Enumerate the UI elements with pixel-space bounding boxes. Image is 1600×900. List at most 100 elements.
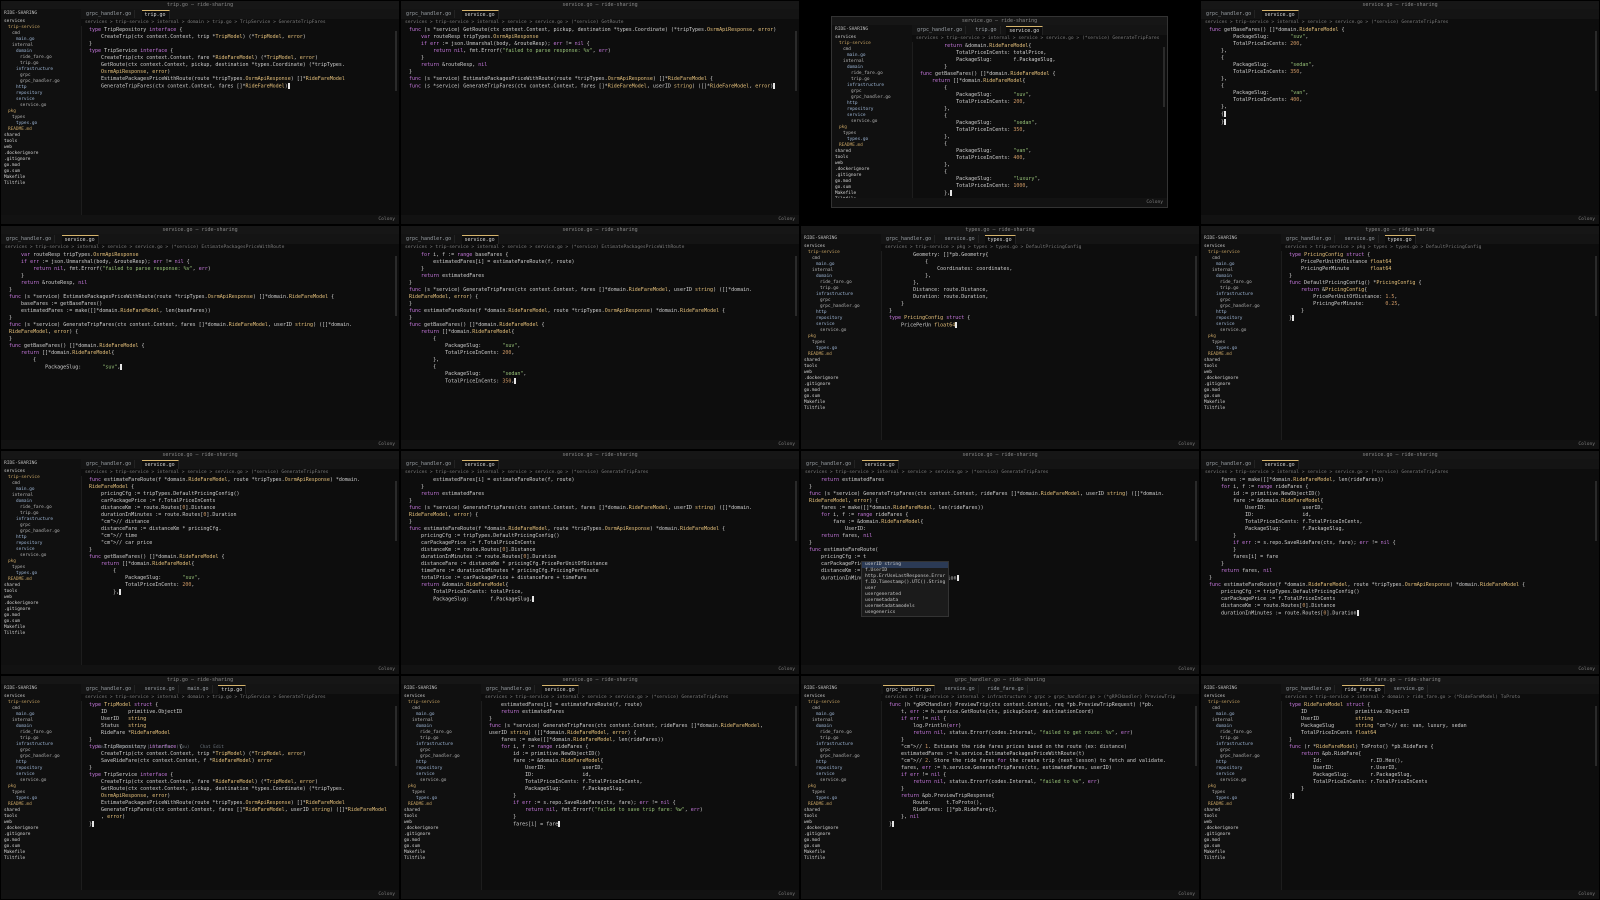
tab-service[interactable]: service.go	[141, 460, 179, 469]
tab-grpc_handler[interactable]: grpc_handler.go	[1283, 235, 1336, 243]
scrollbar[interactable]	[1195, 256, 1197, 316]
explorer-sidebar[interactable]: RIDE-SHARING services trip-service cmd main.…	[1, 9, 82, 215]
scrollbar[interactable]	[1595, 481, 1597, 541]
breadcrumb[interactable]: services > trip-service > pkg > types > …	[881, 244, 1199, 251]
tree-item[interactable]: Tiltfile	[1, 181, 81, 187]
tree-item[interactable]: Tiltfile	[1201, 406, 1281, 412]
tab-service[interactable]: service.go	[541, 685, 579, 694]
scrollbar[interactable]	[1195, 706, 1197, 766]
tab-service[interactable]: service.go	[1342, 235, 1379, 243]
tab-service[interactable]: service.go	[942, 685, 979, 693]
scrollbar[interactable]	[1195, 481, 1197, 541]
explorer-sidebar[interactable]: RIDE-SHARING services trip-service cmd main.…	[1201, 234, 1282, 440]
breadcrumb[interactable]: services > trip-service > internal > ser…	[401, 469, 799, 476]
breadcrumb[interactable]: services > trip-service > internal > ser…	[401, 244, 799, 251]
tab-service[interactable]: service.go	[61, 235, 99, 244]
scrollbar[interactable]	[1595, 256, 1597, 316]
tab-grpc_handler[interactable]: grpc_handler.go	[1283, 685, 1336, 693]
tab-service[interactable]: service.go	[461, 10, 499, 19]
tab-service[interactable]: service.go	[461, 460, 499, 469]
tab-service[interactable]: service.go	[142, 685, 179, 693]
breadcrumb[interactable]: services > trip-service > internal > ser…	[1201, 19, 1599, 26]
scrollbar[interactable]	[795, 481, 797, 541]
tab-trip[interactable]: trip.go	[141, 10, 170, 19]
breadcrumb[interactable]: services > trip-service > internal > ser…	[1201, 469, 1599, 476]
code-editor[interactable]: Geometry: []*pb.Geometry{ { Coordinates:…	[881, 252, 1199, 440]
tab-grpc_handler[interactable]: grpc_handler.go	[883, 685, 936, 694]
tab-grpc_handler[interactable]: grpc_handler.go	[883, 235, 936, 243]
code-editor[interactable]: func getBaseFares() []*domain.RideFareMo…	[1201, 27, 1599, 215]
breadcrumb[interactable]: services > trip-service > internal > ser…	[401, 19, 799, 26]
breadcrumb[interactable]: services > trip-service > internal > inf…	[881, 694, 1199, 701]
tree-item[interactable]: Tiltfile	[401, 856, 481, 862]
tab-trip[interactable]: trip.go	[218, 685, 247, 694]
tab-types[interactable]: types.go	[1384, 235, 1416, 244]
tab-grpc_handler[interactable]: grpc_handler.go	[1203, 460, 1256, 468]
tab-service[interactable]: service.go	[1261, 460, 1299, 469]
tree-item[interactable]: Tiltfile	[1201, 856, 1281, 862]
scrollbar[interactable]	[1595, 31, 1597, 91]
suggestion-item[interactable]: usegenerics	[862, 610, 948, 616]
breadcrumb[interactable]: services > trip-service > internal > dom…	[1281, 694, 1599, 701]
tab-service[interactable]: service.go	[1006, 26, 1044, 35]
breadcrumb[interactable]: services > trip-service > internal > ser…	[801, 469, 1199, 476]
breadcrumb[interactable]: services > trip-service > internal > ser…	[81, 469, 399, 476]
explorer-sidebar[interactable]: RIDE-SHARING services trip-service cmd main.…	[401, 684, 482, 890]
code-editor[interactable]: fares := make([]*domain.RideFareModel, l…	[1201, 477, 1599, 665]
tab-grpc_handler[interactable]: grpc_handler.go	[1203, 10, 1256, 18]
explorer-sidebar[interactable]: RIDE-SHARING services trip-service cmd main.…	[1, 459, 82, 665]
code-editor[interactable]: func estimateFareRoute(f *domain.RideFar…	[81, 477, 399, 665]
scrollbar[interactable]	[395, 481, 397, 541]
tab-grpc_handler[interactable]: grpc_handler.go	[3, 235, 56, 243]
breadcrumb[interactable]: services > trip-service > internal > dom…	[81, 694, 399, 701]
scrollbar[interactable]	[1595, 706, 1597, 766]
tab-grpc_handler[interactable]: grpc_handler.go	[83, 685, 136, 693]
code-editor[interactable]: type TripRepository interface { CreateTr…	[81, 27, 399, 215]
tree-item[interactable]: Tiltfile	[1, 856, 81, 862]
scrollbar[interactable]	[795, 31, 797, 91]
tab-ride_fare[interactable]: ride_fare.go	[985, 685, 1028, 693]
breadcrumb[interactable]: services > trip-service > internal > ser…	[1, 244, 399, 251]
explorer-sidebar[interactable]: RIDE-SHARING services trip-service cmd main.…	[801, 684, 882, 890]
breadcrumb[interactable]: services > trip-service > pkg > types > …	[1281, 244, 1599, 251]
scrollbar[interactable]	[1163, 47, 1165, 107]
tab-main[interactable]: main.go	[185, 685, 213, 693]
scrollbar[interactable]	[395, 256, 397, 316]
breadcrumb[interactable]: services > trip-service > internal > ser…	[481, 694, 799, 701]
tree-item[interactable]: Tiltfile	[801, 406, 881, 412]
tab-grpc_handler[interactable]: grpc_handler.go	[803, 460, 856, 468]
explorer-sidebar[interactable]: RIDE-SHARING services trip-service cmd main.…	[1, 684, 82, 890]
code-editor[interactable]: estimatedFares[i] = estimateFareRoute(f,…	[401, 477, 799, 665]
tree-item[interactable]: Tiltfile	[801, 856, 881, 862]
tab-grpc_handler[interactable]: grpc_handler.go	[403, 10, 456, 18]
tab-ride_fare[interactable]: ride_fare.go	[1341, 685, 1385, 694]
code-editor[interactable]: type TripModel struct { ID primitive.Obj…	[81, 702, 399, 890]
scrollbar[interactable]	[795, 256, 797, 316]
breadcrumb[interactable]: services > trip-service > internal > ser…	[912, 35, 1167, 42]
scrollbar[interactable]	[795, 706, 797, 766]
tree-item[interactable]: Tiltfile	[1, 631, 81, 637]
code-editor[interactable]: return &domain.RideFareModel{ TotalPrice…	[912, 43, 1167, 198]
code-editor[interactable]: estimatedFares[i] = estimateFareRoute(f,…	[481, 702, 799, 890]
tab-grpc_handler[interactable]: grpc_handler.go	[483, 685, 536, 693]
breadcrumb[interactable]: services > trip-service > internal > dom…	[81, 19, 399, 26]
tab-grpc_handler[interactable]: grpc_handler.go	[914, 26, 967, 34]
tab-service[interactable]: service.go	[861, 460, 899, 469]
tab-types[interactable]: types.go	[984, 235, 1016, 244]
tab-service[interactable]: service.go	[942, 235, 979, 243]
code-editor[interactable]: func (s *service) GetRoute(ctx context.C…	[401, 27, 799, 215]
scrollbar[interactable]	[395, 31, 397, 91]
tab-trip[interactable]: trip.go	[973, 26, 1001, 34]
explorer-sidebar[interactable]: RIDE-SHARING services trip-service cmd main.…	[832, 25, 913, 198]
code-editor[interactable]: type PricingConfig struct { PricePerUnit…	[1281, 252, 1599, 440]
scrollbar[interactable]	[395, 706, 397, 766]
tab-service[interactable]: service.go	[1261, 10, 1299, 19]
tab-service[interactable]: service.go	[461, 235, 499, 244]
tab-grpc_handler[interactable]: grpc_handler.go	[83, 460, 136, 468]
explorer-sidebar[interactable]: RIDE-SHARING services trip-service cmd main.…	[1201, 684, 1282, 890]
tab-grpc_handler[interactable]: grpc_handler.go	[83, 10, 136, 18]
explorer-sidebar[interactable]: RIDE-SHARING services trip-service cmd main.…	[801, 234, 882, 440]
tab-grpc_handler[interactable]: grpc_handler.go	[403, 460, 456, 468]
code-editor[interactable]: type RideFareModel struct { ID primitive…	[1281, 702, 1599, 890]
tab-grpc_handler[interactable]: grpc_handler.go	[403, 235, 456, 243]
